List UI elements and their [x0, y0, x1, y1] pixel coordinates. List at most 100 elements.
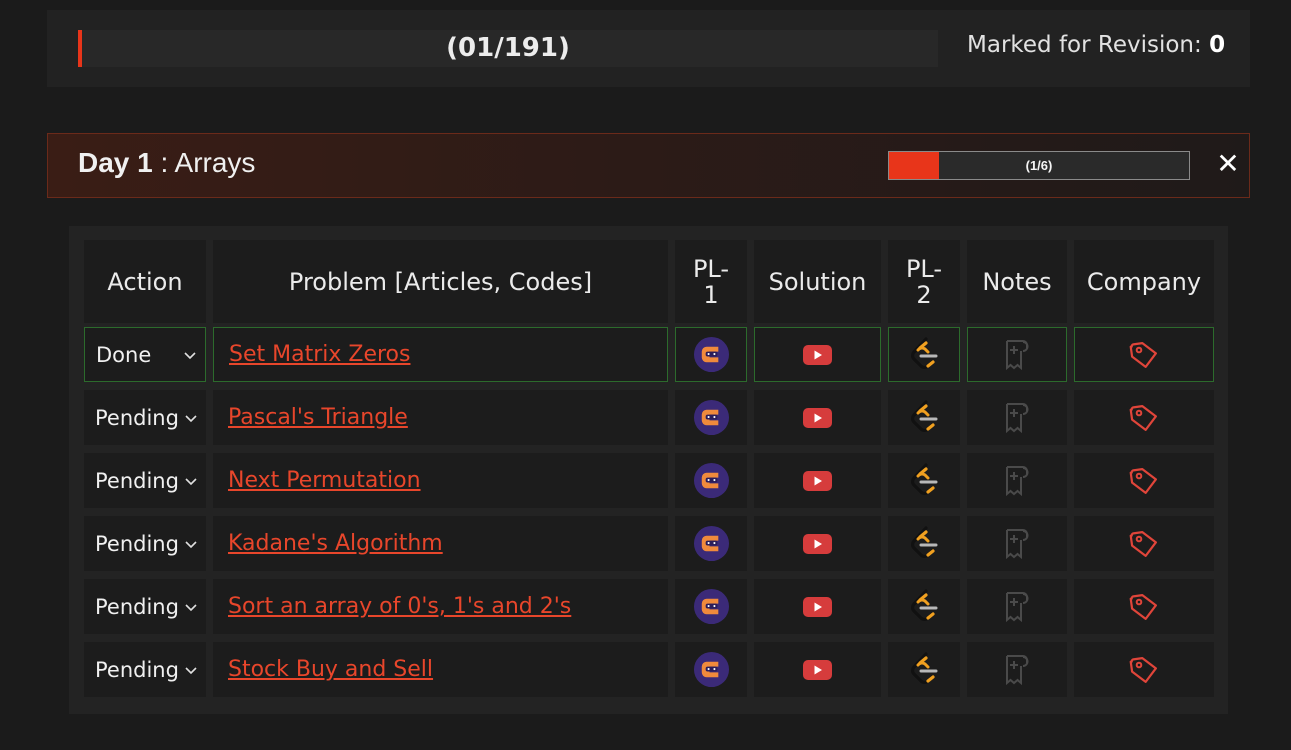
chevron-down-icon	[185, 477, 197, 485]
company-cell[interactable]	[1074, 642, 1214, 697]
tag-icon[interactable]	[1129, 655, 1159, 685]
leetcode-icon[interactable]	[907, 462, 941, 499]
youtube-icon[interactable]	[803, 407, 832, 428]
pl1-cell[interactable]	[675, 579, 747, 634]
status-value: Pending	[95, 468, 179, 493]
pl2-cell[interactable]	[888, 327, 960, 382]
add-note-icon[interactable]	[1002, 401, 1032, 435]
youtube-icon[interactable]	[803, 659, 832, 680]
status-dropdown[interactable]: Pending	[84, 516, 206, 571]
leetcode-icon[interactable]	[907, 588, 941, 625]
overall-progress-panel: (01/191) Marked for Revision: 0	[47, 10, 1250, 87]
add-note-icon[interactable]	[1002, 590, 1032, 624]
pl1-cell[interactable]	[675, 390, 747, 445]
status-dropdown[interactable]: Pending	[84, 453, 206, 508]
chevron-down-icon	[185, 603, 197, 611]
day-progress-bar: (1/6)	[888, 151, 1190, 180]
overall-progress-bar: (01/191)	[78, 30, 938, 67]
notes-cell[interactable]	[967, 327, 1067, 382]
problem-link[interactable]: Next Permutation	[213, 453, 668, 508]
status-dropdown[interactable]: Done	[84, 327, 206, 382]
problem-link[interactable]: Set Matrix Zeros	[213, 327, 668, 382]
status-dropdown[interactable]: Pending	[84, 390, 206, 445]
chevron-down-icon	[185, 414, 197, 422]
status-value: Pending	[95, 657, 179, 682]
problem-link[interactable]: Stock Buy and Sell	[213, 642, 668, 697]
pl2-cell[interactable]	[888, 390, 960, 445]
company-cell[interactable]	[1074, 390, 1214, 445]
coding-ninjas-icon[interactable]	[693, 651, 730, 688]
close-button[interactable]: ✕	[1214, 148, 1242, 180]
notes-cell[interactable]	[967, 516, 1067, 571]
youtube-icon[interactable]	[803, 344, 832, 365]
pl1-cell[interactable]	[675, 642, 747, 697]
coding-ninjas-icon[interactable]	[693, 588, 730, 625]
day-topic: Arrays	[174, 147, 256, 178]
company-cell[interactable]	[1074, 327, 1214, 382]
add-note-icon[interactable]	[1002, 653, 1032, 687]
pl1-cell[interactable]	[675, 516, 747, 571]
problem-link[interactable]: Pascal's Triangle	[213, 390, 668, 445]
youtube-icon[interactable]	[803, 596, 832, 617]
add-note-icon[interactable]	[1002, 464, 1032, 498]
tag-icon[interactable]	[1129, 529, 1159, 559]
add-note-icon[interactable]	[1002, 527, 1032, 561]
solution-cell[interactable]	[754, 642, 881, 697]
header-notes: Notes	[967, 240, 1067, 323]
coding-ninjas-icon[interactable]	[693, 336, 730, 373]
leetcode-icon[interactable]	[907, 651, 941, 688]
coding-ninjas-icon[interactable]	[693, 399, 730, 436]
solution-cell[interactable]	[754, 327, 881, 382]
header-pl2: PL-2	[888, 240, 960, 323]
status-value: Done	[96, 342, 152, 367]
overall-progress-label: (01/191)	[446, 33, 570, 63]
leetcode-icon[interactable]	[907, 399, 941, 436]
notes-cell[interactable]	[967, 453, 1067, 508]
pl1-cell[interactable]	[675, 327, 747, 382]
notes-cell[interactable]	[967, 579, 1067, 634]
problem-link[interactable]: Kadane's Algorithm	[213, 516, 668, 571]
chevron-down-icon	[185, 540, 197, 548]
status-dropdown[interactable]: Pending	[84, 579, 206, 634]
tag-icon[interactable]	[1129, 592, 1159, 622]
pl1-cell[interactable]	[675, 453, 747, 508]
status-value: Pending	[95, 531, 179, 556]
company-cell[interactable]	[1074, 516, 1214, 571]
leetcode-icon[interactable]	[907, 525, 941, 562]
solution-cell[interactable]	[754, 516, 881, 571]
day-header[interactable]: Day 1 : Arrays (1/6) ✕	[47, 133, 1250, 198]
pl2-cell[interactable]	[888, 579, 960, 634]
leetcode-icon[interactable]	[907, 336, 941, 373]
notes-cell[interactable]	[967, 390, 1067, 445]
company-cell[interactable]	[1074, 453, 1214, 508]
header-problem: Problem [Articles, Codes]	[213, 240, 668, 323]
status-value: Pending	[95, 594, 179, 619]
problem-link[interactable]: Sort an array of 0's, 1's and 2's	[213, 579, 668, 634]
tag-icon[interactable]	[1129, 466, 1159, 496]
company-cell[interactable]	[1074, 579, 1214, 634]
status-dropdown[interactable]: Pending	[84, 642, 206, 697]
coding-ninjas-icon[interactable]	[693, 462, 730, 499]
pl2-cell[interactable]	[888, 516, 960, 571]
day-number: Day 1	[78, 147, 153, 178]
revision-counter: Marked for Revision: 0	[967, 32, 1225, 58]
solution-cell[interactable]	[754, 579, 881, 634]
day-progress-label: (1/6)	[1025, 158, 1053, 173]
pl2-cell[interactable]	[888, 642, 960, 697]
solution-cell[interactable]	[754, 390, 881, 445]
coding-ninjas-icon[interactable]	[693, 525, 730, 562]
tag-icon[interactable]	[1129, 403, 1159, 433]
chevron-down-icon	[185, 666, 197, 674]
header-solution: Solution	[754, 240, 881, 323]
pl2-cell[interactable]	[888, 453, 960, 508]
youtube-icon[interactable]	[803, 533, 832, 554]
add-note-icon[interactable]	[1002, 338, 1032, 372]
revision-label: Marked for Revision:	[967, 32, 1202, 58]
solution-cell[interactable]	[754, 453, 881, 508]
youtube-icon[interactable]	[803, 470, 832, 491]
header-company: Company	[1074, 240, 1214, 323]
notes-cell[interactable]	[967, 642, 1067, 697]
revision-count: 0	[1209, 32, 1226, 58]
tag-icon[interactable]	[1129, 340, 1159, 370]
status-value: Pending	[95, 405, 179, 430]
